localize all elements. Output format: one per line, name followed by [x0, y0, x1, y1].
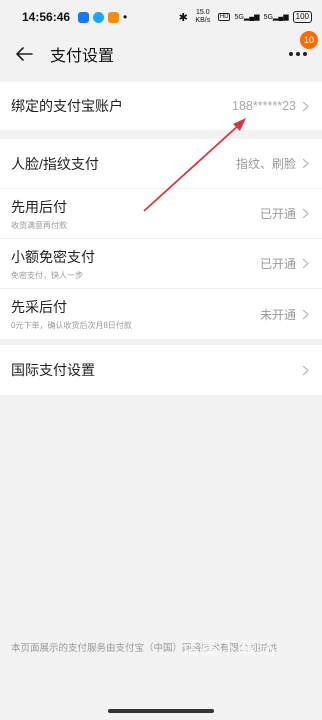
- status-bar: 14:56:46 • ✱ 15.0 KB/s HD 5G▂▄▆ 5G▂▄▆ 10…: [0, 0, 322, 34]
- signal-icon: 5G▂▄▆: [263, 14, 289, 21]
- home-indicator[interactable]: [108, 709, 214, 713]
- chevron-right-icon: [302, 100, 310, 112]
- row-title: 先用后付: [11, 198, 67, 215]
- chevron-right-icon: [302, 308, 310, 320]
- face-fingerprint-pay-row[interactable]: 人脸/指纹支付 指纹、刷脸: [0, 139, 322, 189]
- alipay-account-label: 绑定的支付宝账户: [11, 98, 123, 114]
- row-title: 人脸/指纹支付: [11, 155, 99, 172]
- row-subtitle: 收货满意再付款: [11, 220, 67, 230]
- chevron-right-icon: [302, 208, 310, 220]
- small-password-free-row[interactable]: 小额免密支付 免密支付，快人一步 已开通: [0, 239, 322, 289]
- page-title: 支付设置: [50, 48, 115, 65]
- payment-options-section: 人脸/指纹支付 指纹、刷脸 先用后付 收货满意再付款 已开通 小额免密支付 免密…: [0, 139, 322, 339]
- more-button[interactable]: 10: [286, 31, 318, 66]
- status-indicators: ✱ 15.0 KB/s HD 5G▂▄▆ 5G▂▄▆ 100: [179, 9, 312, 25]
- row-title: 先采后付: [11, 299, 67, 315]
- international-pay-label: 国际支付设置: [11, 362, 95, 378]
- row-title: 小额免密支付: [11, 248, 95, 265]
- pay-later-row[interactable]: 先用后付 收货满意再付款 已开通: [0, 189, 322, 239]
- notification-badge: 10: [300, 31, 318, 49]
- network-speed: 15.0 KB/s: [195, 9, 211, 24]
- alipay-account-value: 188******23: [232, 99, 296, 113]
- signal-icon: 5G▂▄▆: [234, 14, 260, 21]
- app-notification-icon: [78, 11, 90, 23]
- row-value: 已开通: [259, 257, 296, 271]
- account-section: 绑定的支付宝账户 188******23: [0, 82, 322, 130]
- status-time: 14:56:46: [22, 10, 71, 24]
- chevron-right-icon: [302, 364, 310, 376]
- more-dots-icon: [289, 52, 307, 56]
- buy-now-pay-later-row[interactable]: 先采后付 0元下单，确认收货后次月8日付款 未开通: [0, 289, 322, 339]
- qq-notification-icon: [93, 11, 105, 23]
- alipay-account-row[interactable]: 绑定的支付宝账户 188******23: [0, 82, 322, 130]
- row-value: 未开通: [259, 307, 296, 322]
- app-notification-icon: [108, 11, 120, 23]
- chevron-right-icon: [302, 158, 310, 170]
- row-subtitle: 0元下单，确认收货后次月8日付款: [11, 321, 132, 330]
- chevron-right-icon: [302, 258, 310, 270]
- nav-bar: 支付设置 10: [0, 31, 322, 74]
- battery-icon: 100: [292, 11, 312, 23]
- more-notifications-icon: •: [123, 9, 128, 24]
- notification-icons: •: [78, 9, 128, 24]
- row-value: 指纹、刷脸: [235, 157, 296, 171]
- back-arrow-icon[interactable]: [12, 42, 36, 66]
- watermark-text: 话魔下载站: [182, 639, 277, 658]
- international-section: 国际支付设置: [0, 345, 322, 395]
- hd-icon: HD: [217, 13, 231, 21]
- bluetooth-icon: ✱: [178, 11, 188, 24]
- row-subtitle: 免密支付，快人一步: [11, 270, 83, 280]
- international-pay-row[interactable]: 国际支付设置: [0, 345, 322, 395]
- row-value: 已开通: [259, 207, 296, 221]
